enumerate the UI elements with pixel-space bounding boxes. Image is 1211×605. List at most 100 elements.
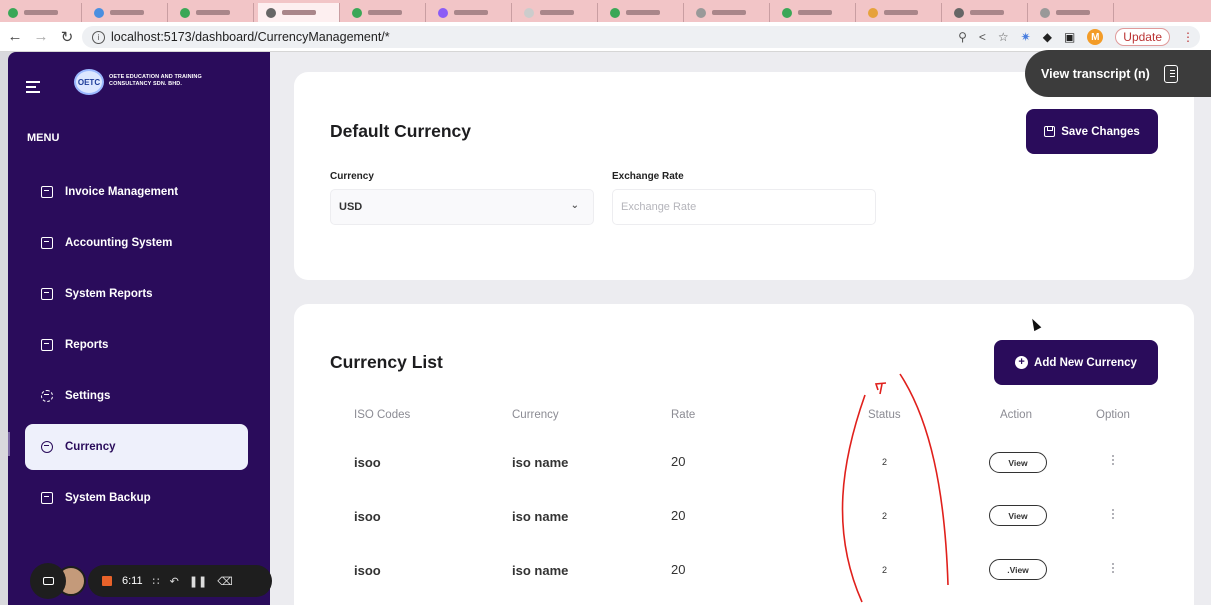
table-cell-status: 2 xyxy=(882,565,888,575)
browser-tab[interactable] xyxy=(172,3,254,22)
sidebar-item-label: Invoice Management xyxy=(65,186,179,198)
main-content: Default Currency Save Changes Currency U… xyxy=(270,52,1211,605)
browser-tab[interactable] xyxy=(0,3,82,22)
divider xyxy=(8,432,10,456)
table-cell-iso: isoo xyxy=(354,509,381,524)
sidebar-item-label: Settings xyxy=(65,390,111,402)
currency-label: Currency xyxy=(330,171,374,182)
grid-icon[interactable]: ∷ xyxy=(153,575,160,588)
puzzle-icon[interactable]: ◆ xyxy=(1043,30,1052,44)
view-button[interactable]: View xyxy=(989,452,1047,473)
invoice-icon xyxy=(41,186,53,198)
address-bar[interactable]: i localhost:5173/dashboard/CurrencyManag… xyxy=(82,26,1200,48)
table-cell-rate: 20 xyxy=(671,454,686,469)
column-header-rate: Rate xyxy=(671,409,696,421)
kebab-menu-icon[interactable] xyxy=(1112,509,1116,521)
sidebar-item-reports[interactable]: Reports xyxy=(25,322,248,368)
browser-tab[interactable] xyxy=(774,3,856,22)
view-button[interactable]: View xyxy=(989,505,1047,526)
sidebar-item-accounting-system[interactable]: Accounting System xyxy=(25,220,248,266)
camera-toggle-button[interactable] xyxy=(30,563,66,599)
save-changes-button[interactable]: Save Changes xyxy=(1026,109,1158,154)
recorder-controls: 6:11 ∷ ↶ ❚❚ ⌫ xyxy=(88,565,272,597)
browser-tab[interactable] xyxy=(86,3,168,22)
profile-avatar[interactable]: M xyxy=(1087,29,1104,45)
column-header-iso-codes: ISO Codes xyxy=(354,409,411,421)
table-cell-status: 2 xyxy=(882,511,888,521)
table-cell-iso: isoo xyxy=(354,563,381,578)
url-text: localhost:5173/dashboard/CurrencyManagem… xyxy=(111,30,390,44)
sidebar-item-invoice-management[interactable]: Invoice Management xyxy=(25,169,248,215)
browser-tab[interactable] xyxy=(430,3,512,22)
chart-icon xyxy=(41,288,53,300)
table-cell-iso: isoo xyxy=(354,455,381,470)
back-arrow-icon[interactable]: ← xyxy=(4,26,26,48)
view-button[interactable]: .View xyxy=(989,559,1047,580)
reload-icon[interactable]: ↻ xyxy=(56,26,78,48)
pause-icon[interactable]: ❚❚ xyxy=(189,575,207,588)
browser-tab-active[interactable] xyxy=(258,3,340,22)
currency-list-card: Currency List + Add New Currency ISO Cod… xyxy=(294,304,1194,605)
camera-icon xyxy=(42,577,54,585)
plus-icon: + xyxy=(1015,356,1029,369)
view-transcript-button[interactable]: View transcript (n) xyxy=(1025,50,1211,97)
table-cell-status: 2 xyxy=(882,457,888,467)
add-new-currency-label: Add New Currency xyxy=(1034,356,1137,369)
browser-tab[interactable] xyxy=(860,3,942,22)
table-cell-currency: iso name xyxy=(512,509,569,524)
column-header-option: Option xyxy=(1096,409,1130,421)
add-new-currency-button[interactable]: + Add New Currency xyxy=(994,340,1158,385)
sidebar-item-system-backup[interactable]: System Backup xyxy=(25,475,248,521)
browser-tab[interactable] xyxy=(602,3,684,22)
report-icon xyxy=(41,339,53,351)
side-panel-icon[interactable]: ▣ xyxy=(1064,30,1075,44)
screen-recorder-toolbar: 6:11 ∷ ↶ ❚❚ ⌫ xyxy=(30,563,278,599)
undo-icon[interactable]: ↶ xyxy=(170,575,179,588)
bookmark-star-icon[interactable]: ☆ xyxy=(998,30,1009,44)
kebab-menu-icon[interactable] xyxy=(1112,563,1116,575)
default-currency-title: Default Currency xyxy=(330,121,472,141)
table-cell-rate: 20 xyxy=(671,562,686,577)
table-cell-currency: iso name xyxy=(512,455,569,470)
browser-tab[interactable] xyxy=(688,3,770,22)
browser-menu-icon[interactable]: ⋮ xyxy=(1182,30,1194,44)
browser-tab[interactable] xyxy=(1032,3,1114,22)
gear-icon xyxy=(41,390,53,402)
chevron-down-icon: ⌄ xyxy=(570,200,579,211)
site-info-icon[interactable]: i xyxy=(92,30,105,44)
forward-arrow-icon[interactable]: → xyxy=(30,26,52,48)
column-header-status: Status xyxy=(868,409,901,421)
company-logo: OETC xyxy=(74,69,104,95)
table-cell-rate: 20 xyxy=(671,508,686,523)
default-currency-card: Default Currency Save Changes Currency U… xyxy=(294,72,1194,280)
browser-tab[interactable] xyxy=(946,3,1028,22)
accounting-icon xyxy=(41,237,53,249)
browser-tab[interactable] xyxy=(344,3,426,22)
zoom-icon[interactable]: ⚲ xyxy=(958,30,967,44)
browser-tab[interactable] xyxy=(516,3,598,22)
kebab-menu-icon[interactable] xyxy=(1112,455,1116,467)
sidebar-item-label: System Backup xyxy=(65,492,151,504)
company-name: OETE EDUCATION AND TRAINING CONSULTANCY … xyxy=(109,74,202,87)
currency-select[interactable]: USD ⌄ xyxy=(330,189,594,225)
stop-recording-button[interactable] xyxy=(102,576,112,586)
column-header-currency: Currency xyxy=(512,409,559,421)
sidebar-item-label: Currency xyxy=(65,441,116,453)
hamburger-menu-icon[interactable] xyxy=(26,81,40,93)
exchange-rate-input[interactable] xyxy=(612,189,876,225)
trash-icon[interactable]: ⌫ xyxy=(217,575,233,588)
extension-icon[interactable]: ✷ xyxy=(1021,30,1031,44)
update-button[interactable]: Update xyxy=(1115,28,1170,46)
sidebar-item-label: Accounting System xyxy=(65,237,173,249)
sidebar-item-system-reports[interactable]: System Reports xyxy=(25,271,248,317)
globe-icon xyxy=(41,441,53,453)
table-cell-currency: iso name xyxy=(512,563,569,578)
sidebar-item-currency[interactable]: Currency xyxy=(25,424,248,470)
share-icon[interactable]: < xyxy=(979,30,986,44)
save-changes-label: Save Changes xyxy=(1061,125,1140,138)
currency-select-value: USD xyxy=(339,201,363,213)
recording-timer: 6:11 xyxy=(122,575,143,587)
sidebar-item-settings[interactable]: Settings xyxy=(25,373,248,419)
menu-heading: MENU xyxy=(27,132,60,144)
view-transcript-label: View transcript (n) xyxy=(1041,66,1150,81)
